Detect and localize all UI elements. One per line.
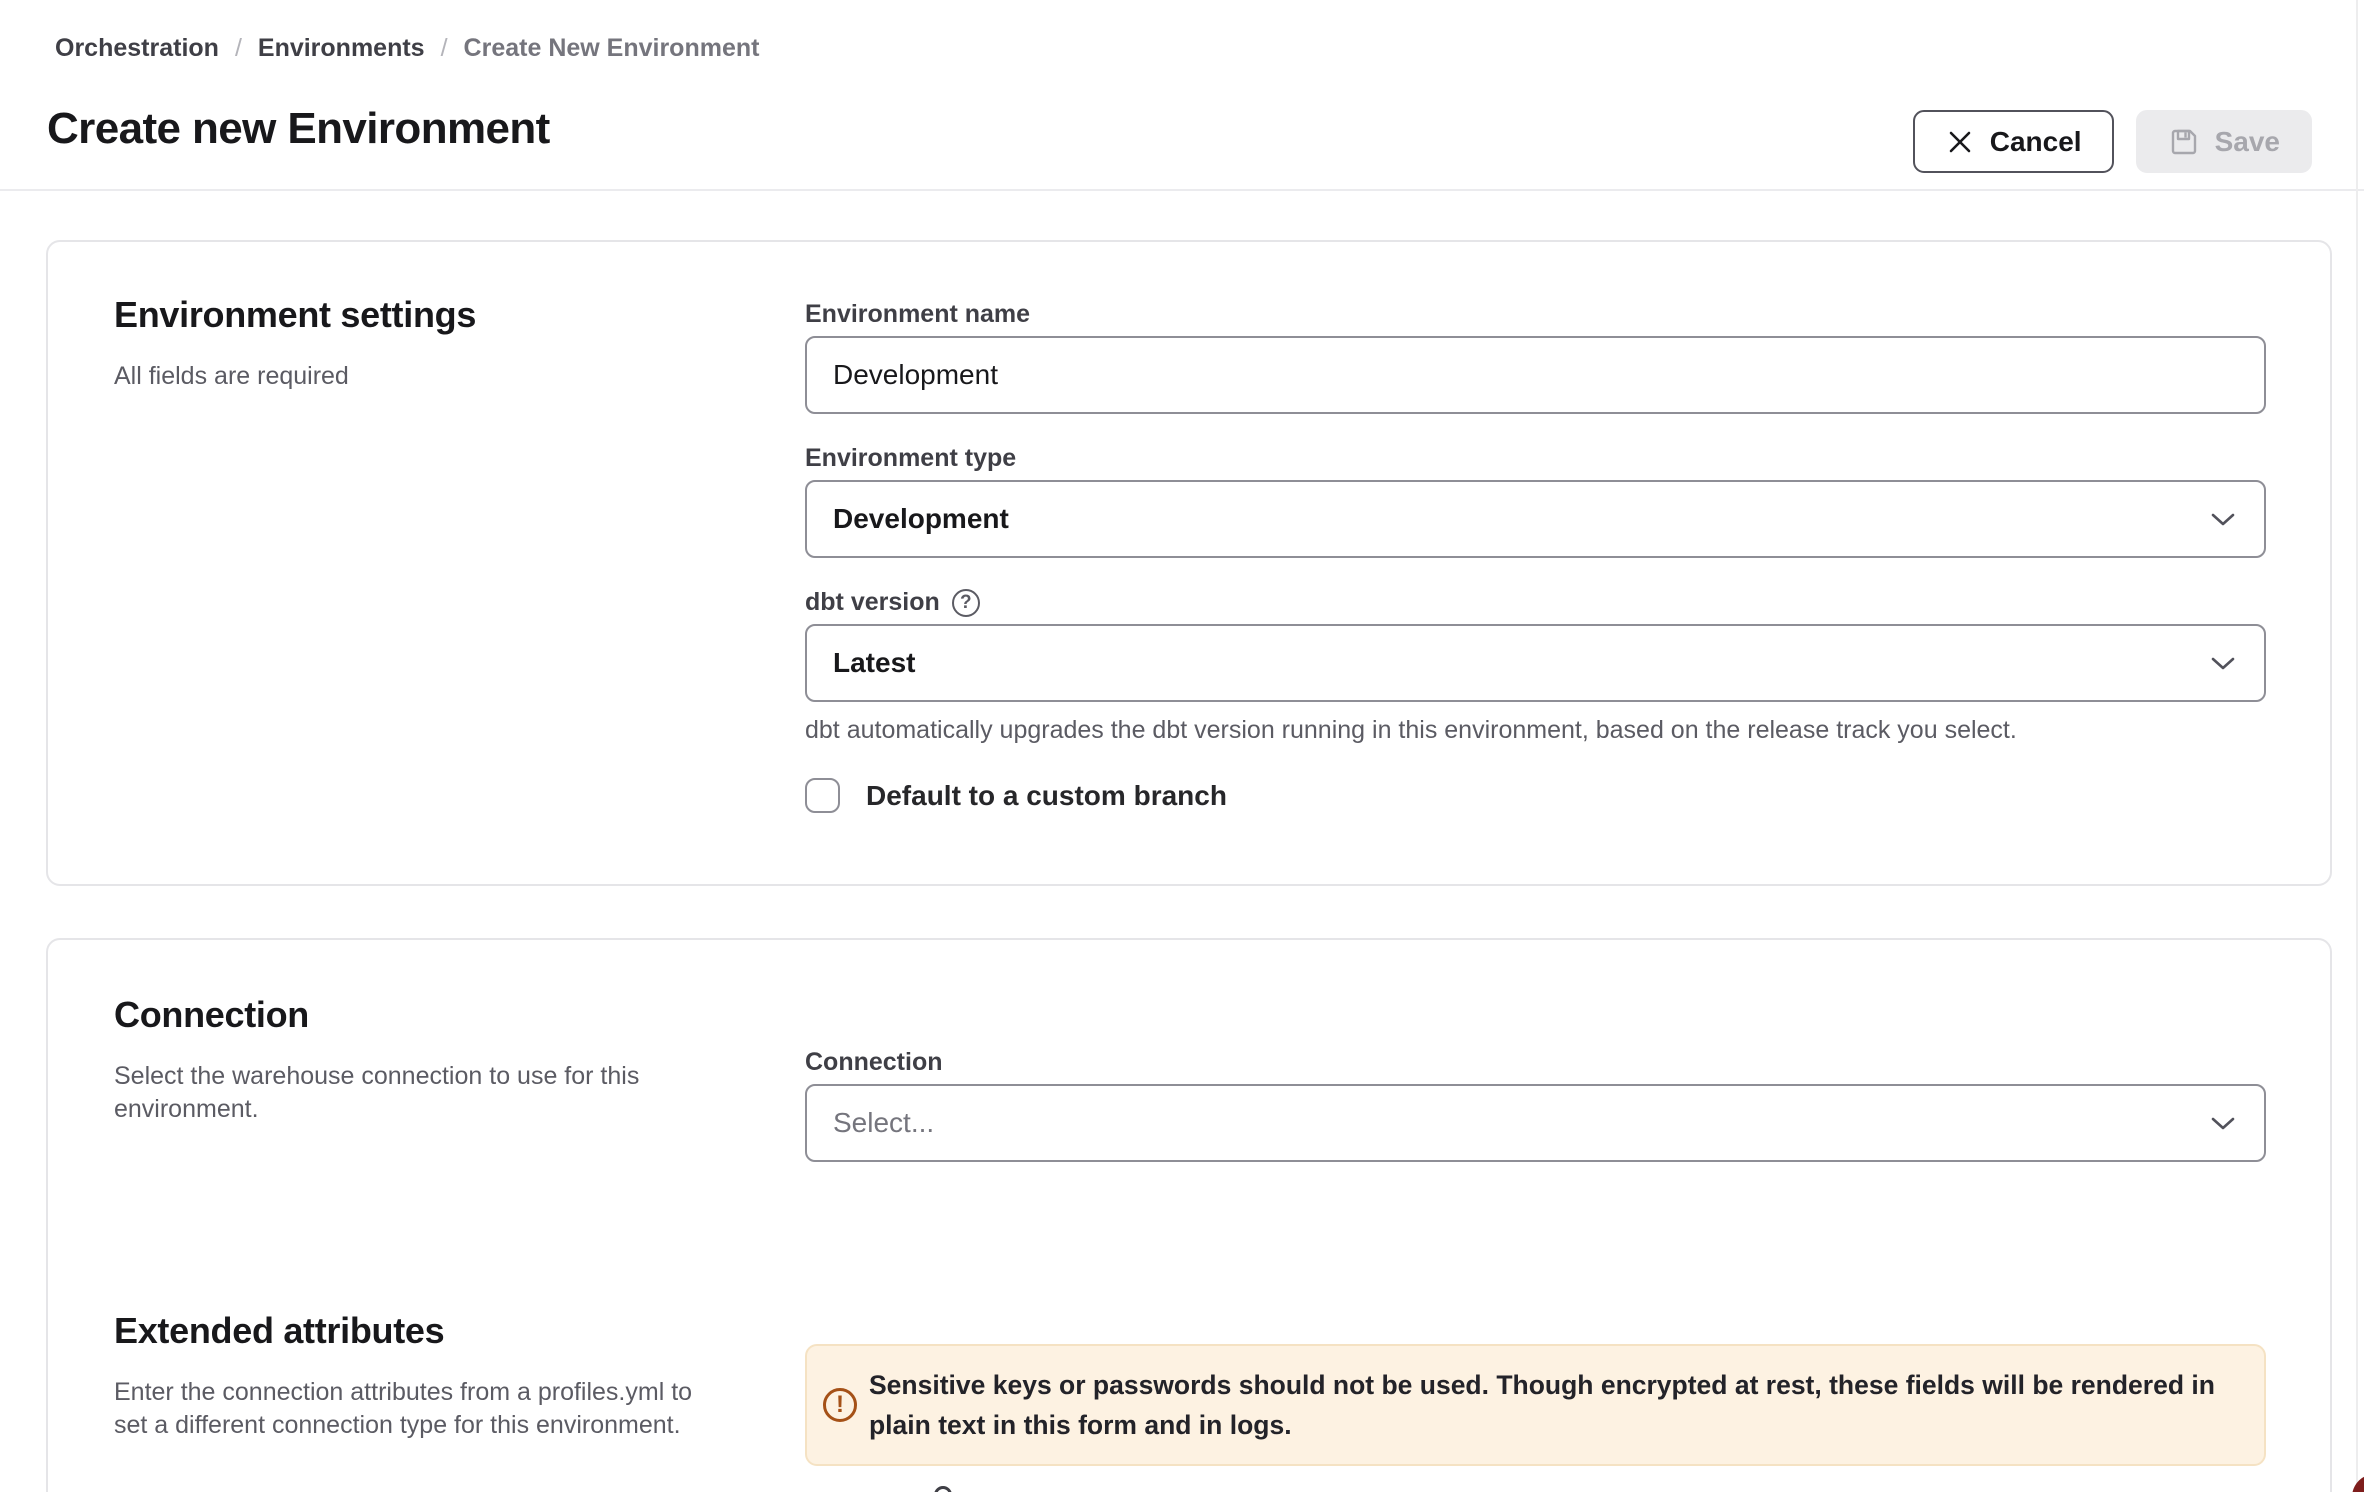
close-icon — [1945, 127, 1975, 157]
connection-heading: Connection — [114, 994, 309, 1036]
cancel-button-label: Cancel — [1990, 126, 2082, 158]
dbt-version-label: dbt version — [805, 588, 940, 617]
environment-type-select[interactable]: Development — [805, 480, 2266, 558]
chat-widget-badge[interactable] — [2352, 1474, 2364, 1492]
environment-settings-subheading: All fields are required — [114, 360, 714, 393]
dbt-version-help-text: dbt automatically upgrades the dbt versi… — [805, 716, 2017, 745]
dbt-version-value: Latest — [833, 647, 915, 679]
environment-type-label: Environment type — [805, 444, 1016, 473]
environment-settings-heading: Environment settings — [114, 294, 476, 336]
connection-field-label: Connection — [805, 1048, 943, 1077]
chevron-down-icon — [2210, 1115, 2236, 1131]
breadcrumb-environments[interactable]: Environments — [258, 34, 425, 63]
default-custom-branch-checkbox[interactable] — [805, 778, 840, 813]
chevron-down-icon — [2210, 511, 2236, 527]
environment-settings-card: Environment settings All fields are requ… — [46, 240, 2332, 886]
breadcrumb-orchestration[interactable]: Orchestration — [55, 34, 219, 63]
breadcrumb: Orchestration / Environments / Create Ne… — [55, 34, 759, 63]
save-button[interactable]: Save — [2136, 110, 2312, 173]
warning-icon: ! — [823, 1388, 857, 1422]
connection-description: Select the warehouse connection to use f… — [114, 1060, 684, 1126]
breadcrumb-create-new-environment: Create New Environment — [464, 34, 760, 63]
chevron-down-icon — [2210, 655, 2236, 671]
breadcrumb-separator: / — [441, 34, 448, 63]
connection-placeholder: Select... — [833, 1107, 934, 1139]
environment-name-input[interactable] — [805, 336, 2266, 414]
environment-name-label: Environment name — [805, 300, 1030, 329]
dbt-version-label-row: dbt version ? — [805, 588, 980, 617]
dbt-version-select[interactable]: Latest — [805, 624, 2266, 702]
header-actions: Cancel Save — [1913, 110, 2312, 173]
extended-attributes-heading: Extended attributes — [114, 1310, 444, 1352]
sensitive-keys-warning: ! Sensitive keys or passwords should not… — [805, 1344, 2266, 1466]
connection-select[interactable]: Select... — [805, 1084, 2266, 1162]
extended-attributes-description: Enter the connection attributes from a p… — [114, 1376, 724, 1442]
custom-branch-row: Default to a custom branch — [805, 778, 1227, 813]
save-button-label: Save — [2215, 126, 2280, 158]
page-title: Create new Environment — [47, 104, 550, 154]
breadcrumb-separator: / — [235, 34, 242, 63]
default-custom-branch-label: Default to a custom branch — [866, 780, 1227, 812]
save-icon — [2168, 126, 2200, 158]
environment-type-value: Development — [833, 503, 1009, 535]
scrollbar-track[interactable] — [2356, 0, 2358, 1492]
header-divider — [0, 189, 2364, 191]
connection-card: Connection Select the warehouse connecti… — [46, 938, 2332, 1492]
cancel-button[interactable]: Cancel — [1913, 110, 2114, 173]
warning-text: Sensitive keys or passwords should not b… — [869, 1365, 2230, 1445]
help-icon[interactable]: ? — [952, 589, 980, 617]
